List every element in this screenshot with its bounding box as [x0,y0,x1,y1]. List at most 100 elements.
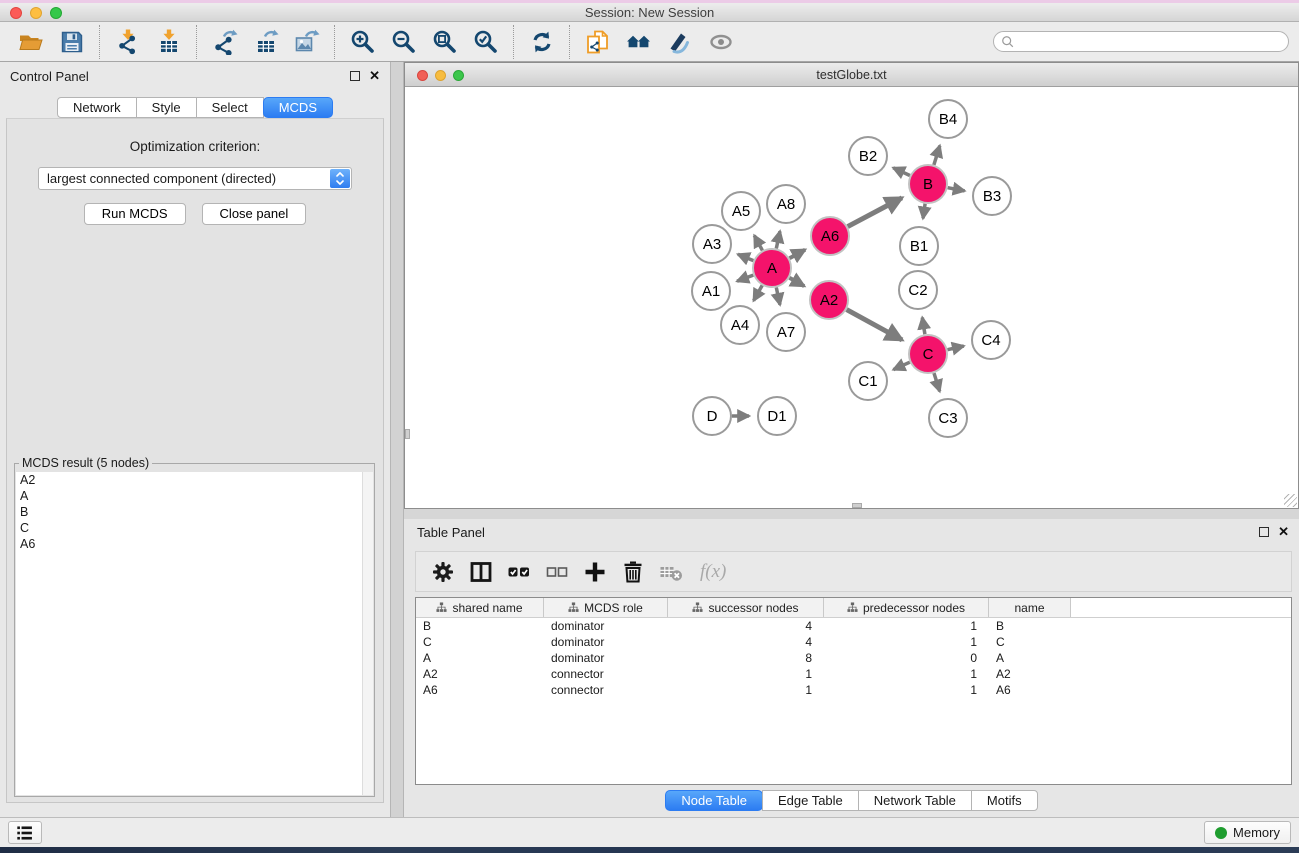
tab-network[interactable]: Network [57,97,137,118]
main-area: Control Panel ✕ NetworkStyleSelectMCDS O… [0,62,1299,817]
tab-motifs[interactable]: Motifs [971,790,1038,811]
table-header-row: shared nameMCDS rolesuccessor nodesprede… [416,598,1291,618]
window-titlebar[interactable]: Session: New Session [0,3,1299,22]
run-mcds-button[interactable]: Run MCDS [84,203,186,225]
result-list-item[interactable]: B [16,504,373,520]
graph-node-D1[interactable]: D1 [757,396,797,436]
zoom-fit-icon[interactable] [424,25,465,59]
tab-edge-table[interactable]: Edge Table [762,790,859,811]
column-header-MCDS-role[interactable]: MCDS role [544,598,668,617]
import-table-icon[interactable] [148,25,189,59]
graph-node-A3[interactable]: A3 [692,224,732,264]
open-file-icon[interactable] [10,25,51,59]
unselect-all-icon[interactable] [538,554,576,590]
graph-node-C4[interactable]: C4 [971,320,1011,360]
network-zoom-button[interactable] [453,70,464,81]
float-panel-icon[interactable] [350,71,360,81]
graph-node-A2[interactable]: A2 [809,280,849,320]
close-table-panel-icon[interactable]: ✕ [1278,527,1289,537]
result-list-item[interactable]: A [16,488,373,504]
table-settings-gear-icon[interactable] [424,554,462,590]
home-view-icon[interactable] [618,25,659,59]
tab-mcds[interactable]: MCDS [263,97,333,118]
graph-node-C[interactable]: C [908,334,948,374]
network-minimize-button[interactable] [435,70,446,81]
delete-entry-icon[interactable] [614,554,652,590]
graph-node-A8[interactable]: A8 [766,184,806,224]
graph-node-D[interactable]: D [692,396,732,436]
graph-node-C2[interactable]: C2 [898,270,938,310]
zoom-window-button[interactable] [50,7,62,19]
panel-divider[interactable] [390,62,404,817]
export-table-icon[interactable] [245,25,286,59]
table-cell: 1 [824,682,989,698]
close-panel-button[interactable]: Close panel [202,203,307,225]
graph-node-B[interactable]: B [908,164,948,204]
graph-node-A1[interactable]: A1 [691,271,731,311]
tab-select[interactable]: Select [196,97,264,118]
table-toolbar: f(x) [415,551,1292,592]
tab-network-table[interactable]: Network Table [858,790,972,811]
table-row[interactable]: A2connector11A2 [416,666,1291,682]
float-table-panel-icon[interactable] [1259,527,1269,537]
column-header-name[interactable]: name [989,598,1071,617]
table-row[interactable]: Cdominator41C [416,634,1291,650]
workspace-column: testGlobe.txt B4B2BB3A8A5A6A3B1AA1C2A2A4… [404,62,1299,817]
close-panel-icon[interactable]: ✕ [369,71,380,81]
graph-node-A6[interactable]: A6 [810,216,850,256]
add-entry-icon[interactable] [576,554,614,590]
close-window-button[interactable] [10,7,22,19]
memory-button[interactable]: Memory [1204,821,1291,844]
export-image-icon[interactable] [286,25,327,59]
toggle-graphics-details-icon[interactable] [659,25,700,59]
tab-style[interactable]: Style [136,97,197,118]
table-row[interactable]: A6connector11A6 [416,682,1291,698]
result-list-item[interactable]: A2 [16,472,373,488]
table-row[interactable]: Bdominator41B [416,618,1291,634]
table-cell: A [989,650,1071,666]
table-row[interactable]: Adominator80A [416,650,1291,666]
graph-node-C1[interactable]: C1 [848,361,888,401]
result-list-item[interactable]: C [16,520,373,536]
graph-node-A5[interactable]: A5 [721,191,761,231]
select-all-icon[interactable] [500,554,538,590]
table-cell: 8 [668,650,824,666]
result-scrollbar[interactable] [362,472,373,795]
canvas-hscroll-thumb[interactable] [852,503,862,508]
network-close-button[interactable] [417,70,428,81]
copy-network-icon[interactable] [577,25,618,59]
column-header-successor-nodes[interactable]: successor nodes [668,598,824,617]
table-cell: 1 [668,666,824,682]
minimize-window-button[interactable] [30,7,42,19]
column-view-icon[interactable] [462,554,500,590]
zoom-in-icon[interactable] [342,25,383,59]
graph-node-A7[interactable]: A7 [766,312,806,352]
combo-stepper-icon [330,169,350,188]
zoom-out-icon[interactable] [383,25,424,59]
zoom-selected-icon[interactable] [465,25,506,59]
tab-node-table[interactable]: Node Table [665,790,763,811]
resize-grip-icon[interactable] [1284,494,1297,507]
graph-node-B1[interactable]: B1 [899,226,939,266]
export-network-icon[interactable] [204,25,245,59]
desktop-wallpaper [0,847,1299,853]
graph-node-A[interactable]: A [752,248,792,288]
network-window-titlebar[interactable]: testGlobe.txt [405,63,1298,87]
graph-node-B3[interactable]: B3 [972,176,1012,216]
refresh-layout-icon[interactable] [521,25,562,59]
graph-node-A4[interactable]: A4 [720,305,760,345]
save-session-icon[interactable] [51,25,92,59]
search-input[interactable] [993,31,1289,52]
task-history-button[interactable] [8,821,42,844]
column-header-predecessor-nodes[interactable]: predecessor nodes [824,598,989,617]
result-list-item[interactable]: A6 [16,536,373,552]
graph-node-C3[interactable]: C3 [928,398,968,438]
graph-node-B4[interactable]: B4 [928,99,968,139]
column-header-shared-name[interactable]: shared name [416,598,544,617]
optimization-criterion-select[interactable]: largest connected component (directed) [38,167,352,190]
canvas-vscroll-thumb[interactable] [405,429,410,439]
import-network-icon[interactable] [107,25,148,59]
graph-node-B2[interactable]: B2 [848,136,888,176]
show-hide-eye-icon[interactable] [700,25,741,59]
network-canvas[interactable]: B4 B2 B B3 A8A5 A6 A3 B1 A A1 C2 A2 A4A7 C4 C C1 D D1 C3 [405,87,1298,508]
